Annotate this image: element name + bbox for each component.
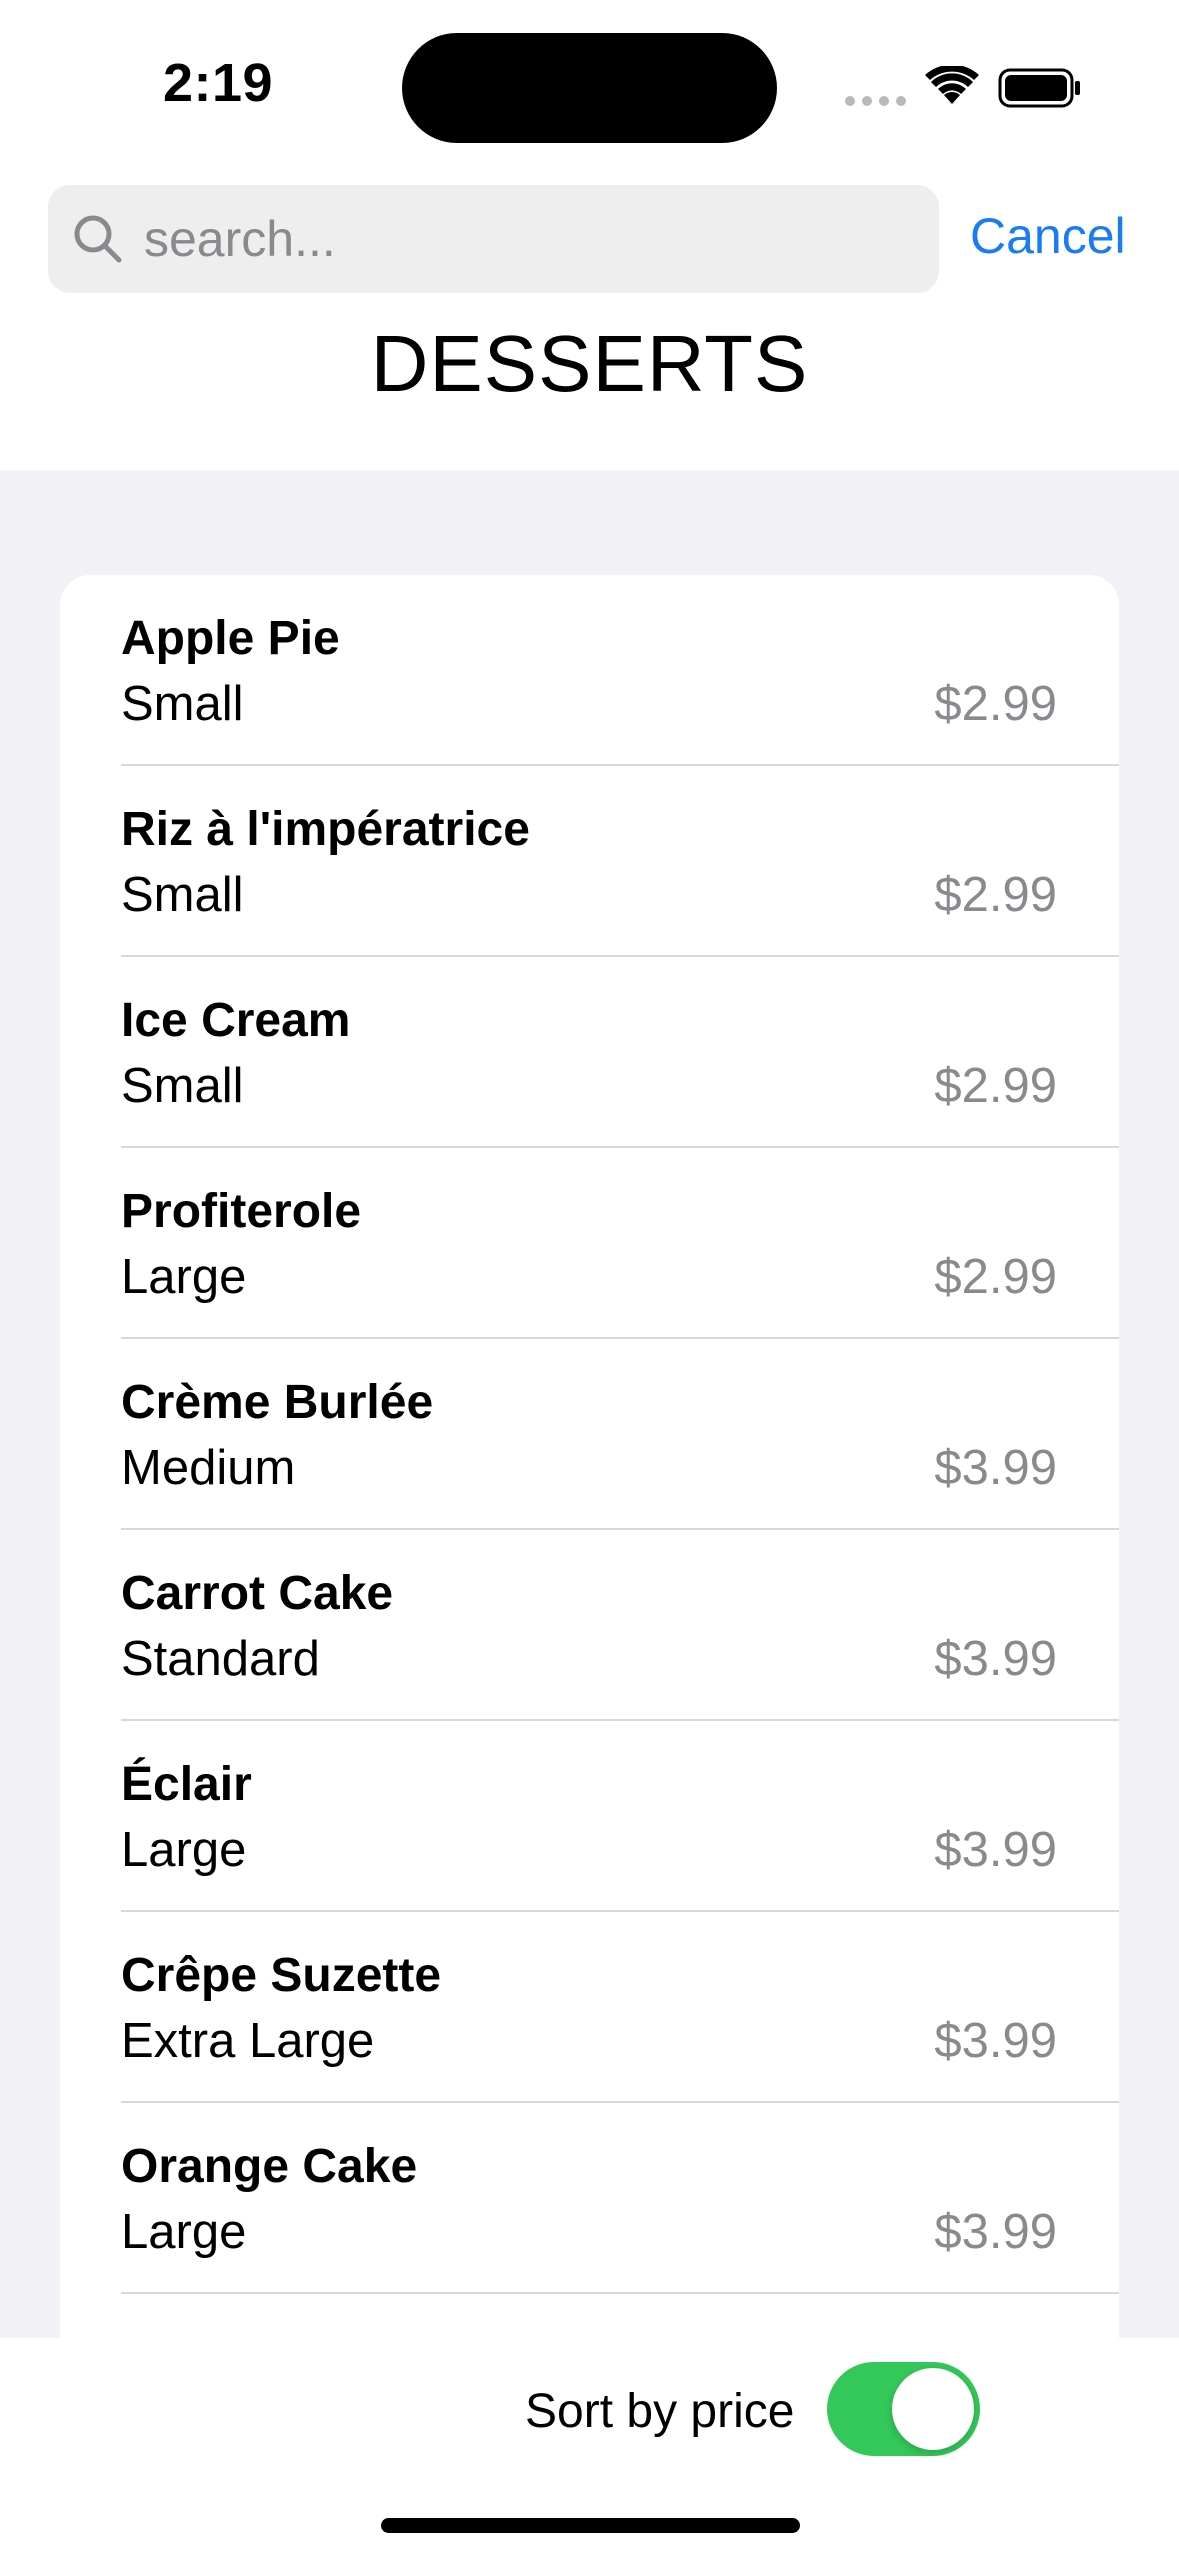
sort-by-price-label: Sort by price (525, 2385, 795, 2438)
item-size: Large (121, 1250, 247, 1304)
item-price: $3.99 (934, 1441, 1057, 1495)
list-item[interactable]: Éclair Large $3.99 (60, 1721, 1119, 1912)
wifi-icon (925, 66, 979, 104)
item-size: Large (121, 1823, 247, 1877)
list-item[interactable]: Apple Pie Small $2.99 (60, 575, 1119, 766)
screen: 2:19 Cancel DESSERTS Apple Pie Small $2.… (0, 0, 1179, 2556)
item-size: Large (121, 2205, 247, 2259)
item-size: Standard (121, 1632, 320, 1686)
item-size: Small (121, 1059, 244, 1113)
sort-by-price-toggle[interactable] (827, 2362, 980, 2456)
page-title: DESSERTS (370, 319, 809, 408)
list-item[interactable]: Ice Cream Small $2.99 (60, 957, 1119, 1148)
item-size: Small (121, 868, 244, 922)
item-name: Carrot Cake (121, 1567, 394, 1620)
item-name: Crêpe Suzette (121, 1949, 442, 2002)
search-icon (74, 215, 122, 263)
item-price: $2.99 (934, 1250, 1057, 1304)
item-price: $3.99 (934, 1823, 1057, 1877)
item-name: Crème Burlée (121, 1376, 434, 1429)
list-item[interactable]: Orange Cake Large $3.99 (60, 2103, 1119, 2294)
item-price: $3.99 (934, 2014, 1057, 2068)
list-item[interactable]: Crème Burlée Medium $3.99 (60, 1339, 1119, 1530)
item-price: $2.99 (934, 677, 1057, 731)
item-name: Éclair (121, 1758, 252, 1811)
item-name: Ice Cream (121, 994, 351, 1047)
search-input[interactable] (144, 210, 904, 268)
item-price: $3.99 (934, 1632, 1057, 1686)
list-item[interactable]: Crêpe Suzette Extra Large $3.99 (60, 1912, 1119, 2103)
item-size: Medium (121, 1441, 296, 1495)
item-price: $2.99 (934, 868, 1057, 922)
status-time: 2:19 (163, 53, 274, 113)
cancel-button[interactable]: Cancel (970, 207, 1126, 265)
list-item[interactable]: Riz à l'impératrice Small $2.99 (60, 766, 1119, 957)
item-name: Riz à l'impératrice (121, 803, 530, 856)
list-item[interactable]: Profiterole Large $2.99 (60, 1148, 1119, 1339)
item-size: Small (121, 677, 244, 731)
dynamic-island (402, 33, 777, 143)
item-price: $2.99 (934, 1059, 1057, 1113)
item-name: Apple Pie (121, 612, 340, 665)
search-bar[interactable] (48, 185, 939, 293)
item-size: Extra Large (121, 2014, 375, 2068)
toggle-knob (892, 2368, 974, 2450)
item-name: Profiterole (121, 1185, 362, 1238)
battery-icon (998, 68, 1080, 108)
home-indicator[interactable] (381, 2518, 800, 2533)
dessert-list: Apple Pie Small $2.99 Riz à l'impératric… (60, 575, 1119, 2375)
item-price: $3.99 (934, 2205, 1057, 2259)
list-item[interactable]: Carrot Cake Standard $3.99 (60, 1530, 1119, 1721)
item-name: Orange Cake (121, 2140, 418, 2193)
cellular-signal-icon (845, 96, 906, 106)
